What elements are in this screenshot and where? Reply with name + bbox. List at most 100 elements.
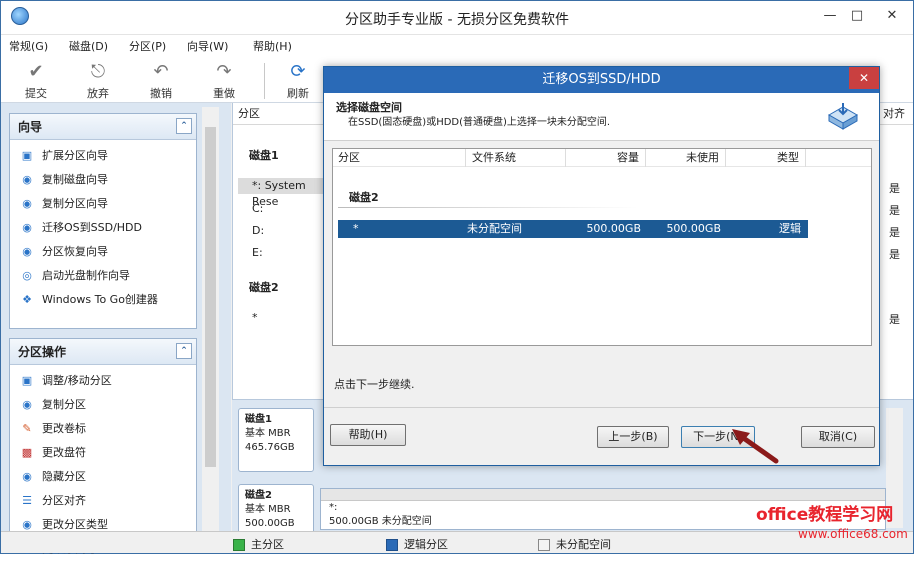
wizard-item-copy-partition[interactable]: ◉ 复制分区向导 <box>10 192 196 216</box>
op-change-letter[interactable]: ▩ 更改盘符 <box>10 441 196 465</box>
cell-filesystem: 未分配空间 <box>467 222 522 235</box>
close-icon[interactable]: ✕ <box>882 7 902 25</box>
wizard-item-recovery[interactable]: ◉ 分区恢复向导 <box>10 240 196 264</box>
redo-icon: ↷ <box>216 61 232 82</box>
close-icon[interactable]: ✕ <box>849 67 879 89</box>
submit-button[interactable]: ✔ 提交 <box>14 61 58 101</box>
collapse-icon[interactable]: ⌃ <box>176 343 192 359</box>
watermark-title: office教程学习网 <box>756 505 894 525</box>
align-value: 是 <box>889 313 900 326</box>
cd-icon: ◎ <box>22 269 32 282</box>
disk1-card[interactable]: 磁盘1 基本 MBR 465.76GB <box>238 408 314 472</box>
op-copy-partition[interactable]: ◉ 复制分区 <box>10 393 196 417</box>
op-change-label[interactable]: ✎ 更改卷标 <box>10 417 196 441</box>
cancel-button[interactable]: 取消(C) <box>801 426 875 448</box>
menu-disk[interactable]: 磁盘(D) <box>69 38 108 54</box>
wizard-item-label: 迁移OS到SSD/HDD <box>42 221 142 234</box>
legend-label: 主分区 <box>251 538 284 551</box>
dialog-divider <box>324 407 879 408</box>
cell-type: 逻辑 <box>779 222 801 235</box>
table-row[interactable]: * 未分配空间 500.00GB 500.00GB 逻辑 <box>338 220 808 238</box>
legend-label: 逻辑分区 <box>404 538 448 551</box>
maximize-icon[interactable]: □ <box>847 7 867 25</box>
wizard-item-copy-disk[interactable]: ◉ 复制磁盘向导 <box>10 168 196 192</box>
minimize-icon[interactable]: — <box>820 7 840 25</box>
align-value: 是 <box>889 204 900 217</box>
op-label: 更改分区类型 <box>42 518 108 531</box>
column-filesystem[interactable]: 文件系统 <box>466 149 566 167</box>
disk1-card-size: 465.76GB <box>245 442 295 453</box>
partition-row[interactable]: D: <box>252 224 264 237</box>
menu-bar: 常规(G) 磁盘(D) 分区(P) 向导(W) 帮助(H) <box>1 35 913 57</box>
collapse-icon[interactable]: ⌃ <box>176 118 192 134</box>
wizard-item-extend[interactable]: ▣ 扩展分区向导 <box>10 144 196 168</box>
op-resize-move[interactable]: ▣ 调整/移动分区 <box>10 369 196 393</box>
legend-logical: 逻辑分区 <box>386 536 448 552</box>
partition-row[interactable]: *: System Rese <box>238 178 328 208</box>
op-label: 调整/移动分区 <box>42 374 112 387</box>
partition-row[interactable]: * <box>252 311 258 324</box>
disk-separator <box>338 207 638 208</box>
op-label: 复制分区 <box>42 398 86 411</box>
column-type[interactable]: 类型 <box>726 149 806 167</box>
align-value: 是 <box>889 226 900 239</box>
disk2-card[interactable]: 磁盘2 基本 MBR 500.00GB <box>238 484 314 534</box>
op-label: 更改卷标 <box>42 422 86 435</box>
drive-letter-icon: ▩ <box>21 446 33 459</box>
dialog-disk-label: 磁盘2 <box>349 191 379 204</box>
column-partition[interactable]: 分区 <box>333 149 466 167</box>
wizard-panel-title: 向导 <box>18 120 43 134</box>
title-bar: 分区助手专业版 - 无损分区免费软件 — □ ✕ <box>1 1 913 35</box>
op-label: 分区对齐 <box>42 494 86 507</box>
column-align[interactable]: 对齐 <box>883 103 905 125</box>
op-label: 隐藏分区 <box>42 470 86 483</box>
wizard-item-label: Windows To Go创建器 <box>42 293 158 306</box>
redo-button[interactable]: ↷ 重做 <box>202 61 246 101</box>
column-unused[interactable]: 未使用 <box>646 149 726 167</box>
legend-primary: 主分区 <box>233 536 284 552</box>
wizard-item-migrate-os[interactable]: ◉ 迁移OS到SSD/HDD <box>10 216 196 240</box>
back-button[interactable]: 上一步(B) <box>597 426 669 448</box>
cell-partition: * <box>353 222 359 235</box>
discard-button[interactable]: ⎋ 放弃 <box>76 61 120 101</box>
disk2-heading: 磁盘2 <box>249 281 279 294</box>
ops-panel-title: 分区操作 <box>18 345 67 359</box>
ops-panel: 分区操作 ⌃ ▣ 调整/移动分区 ◉ 复制分区 ✎ 更改卷标 ▩ 更改盘符 ◉ 隐藏分区 … <box>9 338 197 555</box>
menu-partition[interactable]: 分区(P) <box>129 38 166 54</box>
legend-swatch <box>538 539 550 551</box>
disk2-card-name: 磁盘2 <box>245 490 272 501</box>
window-title: 分区助手专业版 - 无损分区免费软件 <box>345 12 569 28</box>
partition-row[interactable]: E: <box>252 246 263 259</box>
disk1-card-name: 磁盘1 <box>245 414 272 425</box>
dialog-header: 选择磁盘空间 在SSD(固态硬盘)或HDD(普通硬盘)上选择一块未分配空间. <box>324 93 879 141</box>
refresh-label: 刷新 <box>287 87 309 100</box>
toolbar-divider <box>264 63 265 99</box>
op-hide-partition[interactable]: ◉ 隐藏分区 <box>10 465 196 489</box>
menu-general[interactable]: 常规(G) <box>9 38 48 54</box>
wizard-item-bootable-cd[interactable]: ◎ 启动光盘制作向导 <box>10 264 196 288</box>
cell-capacity: 500.00GB <box>586 222 641 235</box>
undo-button[interactable]: ↶ 撤销 <box>139 61 183 101</box>
copy-disk-icon: ◉ <box>22 173 32 186</box>
watermark-url: www.office68.com <box>798 527 908 541</box>
sidebar-scrollbar[interactable] <box>202 107 219 531</box>
legend-swatch <box>386 539 398 551</box>
wizard-item-windows-to-go[interactable]: ❖ Windows To Go创建器 <box>10 288 196 312</box>
partition-row[interactable]: C: <box>252 202 263 215</box>
copy-icon: ◉ <box>22 398 32 411</box>
menu-wizard[interactable]: 向导(W) <box>187 38 228 54</box>
op-align-partition[interactable]: ☰ 分区对齐 <box>10 489 196 513</box>
scrollbar-thumb[interactable] <box>205 127 216 467</box>
migrate-os-dialog: 迁移OS到SSD/HDD ✕ 选择磁盘空间 在SSD(固态硬盘)或HDD(普通硬… <box>323 66 880 466</box>
table-header: 分区 文件系统 容量 未使用 类型 <box>333 149 871 167</box>
wizard-item-label: 复制分区向导 <box>42 197 108 210</box>
help-button[interactable]: 帮助(H) <box>330 424 406 446</box>
refresh-button[interactable]: ⟳ 刷新 <box>276 61 320 101</box>
discard-label: 放弃 <box>87 87 109 100</box>
column-partition[interactable]: 分区 <box>238 107 260 120</box>
disk-space-table: 分区 文件系统 容量 未使用 类型 磁盘2 * 未分配空间 500.00GB 5… <box>332 148 872 346</box>
recovery-icon: ◉ <box>22 245 32 258</box>
menu-help[interactable]: 帮助(H) <box>253 38 292 54</box>
undo-icon: ↶ <box>153 61 169 82</box>
column-capacity[interactable]: 容量 <box>566 149 646 167</box>
